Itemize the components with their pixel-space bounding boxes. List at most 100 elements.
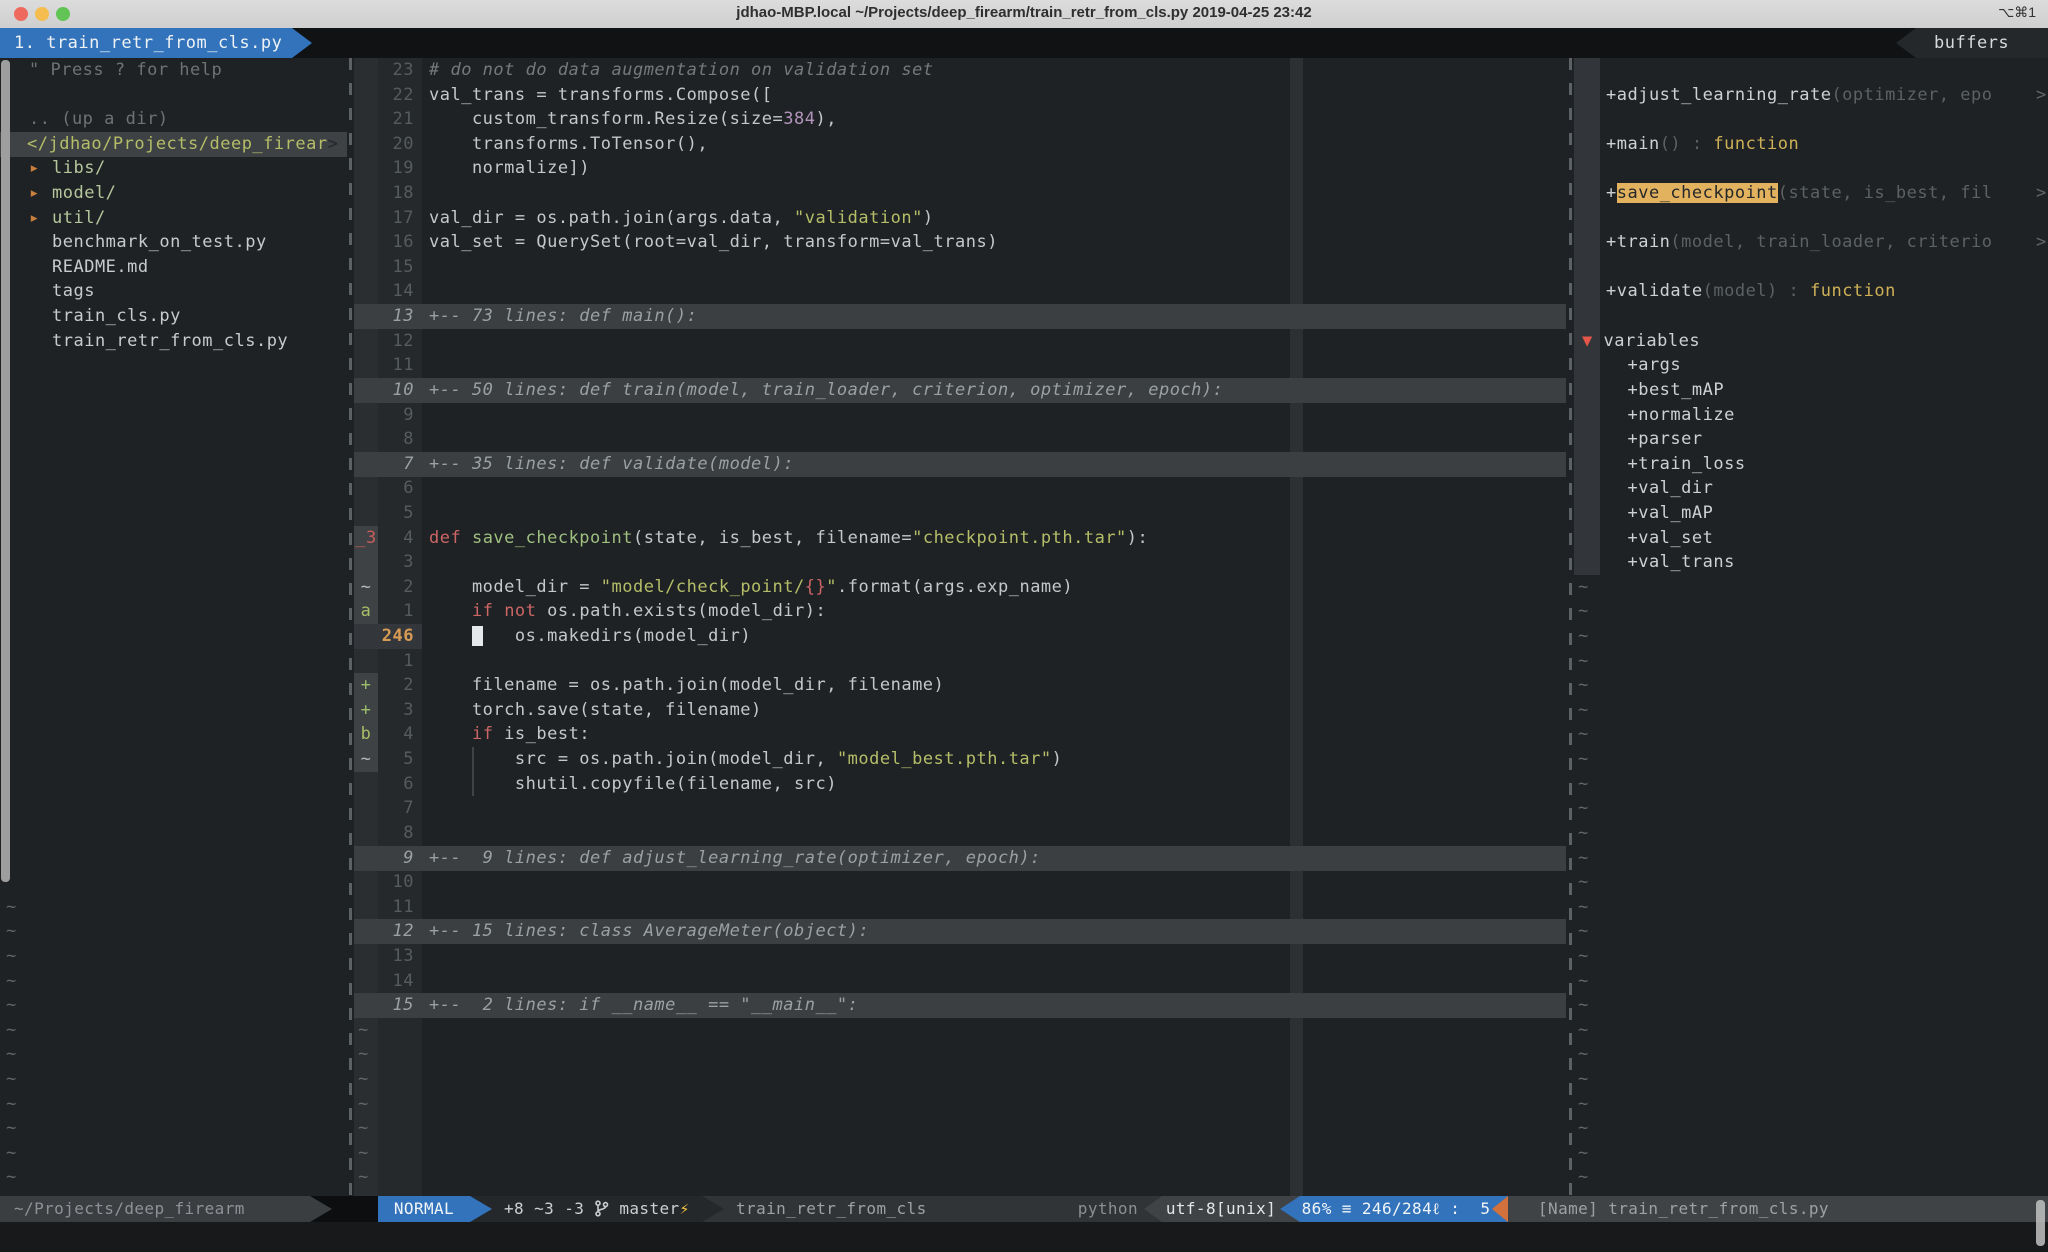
code-line[interactable]: 8 xyxy=(354,821,1566,846)
line-number: 246 xyxy=(378,624,414,649)
code-line[interactable]: 9 xyxy=(354,403,1566,428)
folded-region[interactable]: 15+-- 2 lines: if __name__ == "__main__"… xyxy=(354,993,1566,1018)
code-line[interactable]: a1 if not os.path.exists(model_dir): xyxy=(354,599,1566,624)
line-number: 1 xyxy=(378,649,414,674)
git-status-segment: +8 ~3 -3 master⚡ xyxy=(492,1196,702,1222)
code-line[interactable]: 3 xyxy=(354,550,1566,575)
folded-region[interactable]: 10+-- 50 lines: def train(model, train_l… xyxy=(354,378,1566,403)
code-line[interactable]: 14 xyxy=(354,969,1566,994)
sign: + xyxy=(354,698,378,723)
line-number: 11 xyxy=(378,353,414,378)
code-line[interactable]: 12 xyxy=(354,329,1566,354)
tree-directory[interactable]: ▸libs/ xyxy=(0,156,347,181)
code-line[interactable]: 11 xyxy=(354,353,1566,378)
tag-entry[interactable]: +train_loss xyxy=(1574,452,2048,477)
code-line[interactable]: +2 filename = os.path.join(model_dir, fi… xyxy=(354,673,1566,698)
line-number: 8 xyxy=(378,427,414,452)
code-line[interactable]: 17val_dir = os.path.join(args.data, "val… xyxy=(354,206,1566,231)
folded-region[interactable]: 7+-- 35 lines: def validate(model): xyxy=(354,452,1566,477)
tag-kind-header[interactable]: ▼ variables xyxy=(1574,329,2048,354)
code-line[interactable]: 8 xyxy=(354,427,1566,452)
tree-item[interactable]: train_retr_from_cls.py xyxy=(0,329,347,354)
empty-line-marker: ~ xyxy=(6,1018,17,1043)
tag-entry[interactable]: +train(model, train_loader, criterio> xyxy=(1574,230,2048,255)
nerdtree-scrollbar[interactable] xyxy=(1,60,10,882)
code-line[interactable]: 6 xyxy=(354,476,1566,501)
code-line[interactable]: 21 custom_transform.Resize(size=384), xyxy=(354,107,1566,132)
tag-entry[interactable]: +save_checkpoint(state, is_best, fil> xyxy=(1574,181,2048,206)
code-line[interactable]: 7 xyxy=(354,796,1566,821)
chevron-right-icon: ▸ xyxy=(29,206,40,231)
code-line[interactable]: ~5 src = os.path.join(model_dir, "model_… xyxy=(354,747,1566,772)
window-separator[interactable] xyxy=(349,58,352,1196)
tagbar-panel[interactable]: +adjust_learning_rate(optimizer, epo> +ma… xyxy=(1574,58,2048,1196)
code-line[interactable]: 1 xyxy=(354,649,1566,674)
line-number: 7 xyxy=(378,452,414,477)
code-line[interactable]: 16val_set = QuerySet(root=val_dir, trans… xyxy=(354,230,1566,255)
empty-line-marker: ~ xyxy=(358,1042,369,1067)
tree-item[interactable]: train_cls.py xyxy=(0,304,347,329)
code-line[interactable]: 20 transforms.ToTensor(), xyxy=(354,132,1566,157)
code-line[interactable]: 11 xyxy=(354,895,1566,920)
chevron-right-icon: ▸ xyxy=(29,156,40,181)
statusline: ~/Projects/deep_firearm NORMAL +8 ~3 -3 … xyxy=(0,1196,2048,1222)
git-branch-name: master xyxy=(619,1199,679,1218)
hunk-summary: +8 ~3 -3 xyxy=(504,1199,584,1218)
empty-line-marker: ~ xyxy=(358,1141,369,1166)
tag-text: +normalize xyxy=(1606,403,1735,428)
nerdtree-panel[interactable]: " Press ? for help .. (up a dir)</jdhao/P… xyxy=(0,58,347,1196)
macos-overlay-scrollbar[interactable] xyxy=(2036,1200,2045,1246)
folded-region[interactable]: 9+-- 9 lines: def adjust_learning_rate(o… xyxy=(354,846,1566,871)
line-number: 10 xyxy=(378,378,414,403)
code-line[interactable]: 14 xyxy=(354,279,1566,304)
empty-line-marker: ~ xyxy=(1578,747,1589,772)
tag-entry[interactable]: +args xyxy=(1574,353,2048,378)
line-number: 13 xyxy=(378,944,414,969)
code-line[interactable]: 13 xyxy=(354,944,1566,969)
tag-entry[interactable]: +val_set xyxy=(1574,526,2048,551)
buffers-label[interactable]: buffers xyxy=(1916,28,2048,58)
empty-line-marker: ~ xyxy=(6,969,17,994)
tree-root[interactable]: </jdhao/Projects/deep_firear> xyxy=(0,132,347,157)
tree-directory[interactable]: ▸util/ xyxy=(0,206,347,231)
tag-entry[interactable]: +normalize xyxy=(1574,403,2048,428)
code-line[interactable]: +3 torch.save(state, filename) xyxy=(354,698,1566,723)
code-line[interactable]: 19 normalize]) xyxy=(354,156,1566,181)
code-line[interactable]: _34def save_checkpoint(state, is_best, f… xyxy=(354,526,1566,551)
tag-entry[interactable]: +best_mAP xyxy=(1574,378,2048,403)
code-line[interactable]: ~2 model_dir = "model/check_point/{}".fo… xyxy=(354,575,1566,600)
tag-entry[interactable]: +validate(model) : function xyxy=(1574,279,2048,304)
code-line[interactable]: 246 os.makedirs(model_dir) xyxy=(354,624,1566,649)
code-line[interactable]: 6 shutil.copyfile(filename, src) xyxy=(354,772,1566,797)
code-line[interactable]: 15 xyxy=(354,255,1566,280)
tag-entry[interactable]: +adjust_learning_rate(optimizer, epo> xyxy=(1574,83,2048,108)
code-line[interactable]: 22val_trans = transforms.Compose([ xyxy=(354,83,1566,108)
tree-item[interactable]: " Press ? for help xyxy=(0,58,347,83)
folded-region[interactable]: 12+-- 15 lines: class AverageMeter(objec… xyxy=(354,919,1566,944)
tag-entry[interactable]: +val_trans xyxy=(1574,550,2048,575)
empty-line-marker: ~ xyxy=(1578,722,1589,747)
code-editor[interactable]: 23# do not do data augmentation on valid… xyxy=(354,58,1566,1196)
command-line[interactable] xyxy=(0,1222,2048,1252)
tree-item[interactable]: .. (up a dir) xyxy=(0,107,347,132)
tree-directory[interactable]: ▸model/ xyxy=(0,181,347,206)
window-separator[interactable] xyxy=(1569,58,1572,1196)
code-line[interactable]: 5 xyxy=(354,501,1566,526)
tag-entry[interactable]: +val_dir xyxy=(1574,476,2048,501)
menu-bar: jdhao-MBP.local ~/Projects/deep_firearm/… xyxy=(0,0,2048,29)
code-line[interactable]: 23# do not do data augmentation on valid… xyxy=(354,58,1566,83)
tree-item[interactable]: tags xyxy=(0,279,347,304)
menu-shortcut-indicator[interactable]: ⌥⌘1 xyxy=(1998,4,2036,21)
editor-workspace: " Press ? for help .. (up a dir)</jdhao/P… xyxy=(0,58,2048,1196)
tag-text: +val_dir xyxy=(1606,476,1713,501)
tag-entry[interactable]: +val_mAP xyxy=(1574,501,2048,526)
tag-entry[interactable]: +parser xyxy=(1574,427,2048,452)
tree-item[interactable]: README.md xyxy=(0,255,347,280)
folded-region[interactable]: 13+-- 73 lines: def main(): xyxy=(354,304,1566,329)
code-line[interactable]: b4 if is_best: xyxy=(354,722,1566,747)
code-line[interactable]: 10 xyxy=(354,870,1566,895)
tree-item[interactable]: benchmark_on_test.py xyxy=(0,230,347,255)
tab-active[interactable]: 1. train_retr_from_cls.py xyxy=(0,28,292,58)
code-line[interactable]: 18 xyxy=(354,181,1566,206)
tag-entry[interactable]: +main() : function xyxy=(1574,132,2048,157)
